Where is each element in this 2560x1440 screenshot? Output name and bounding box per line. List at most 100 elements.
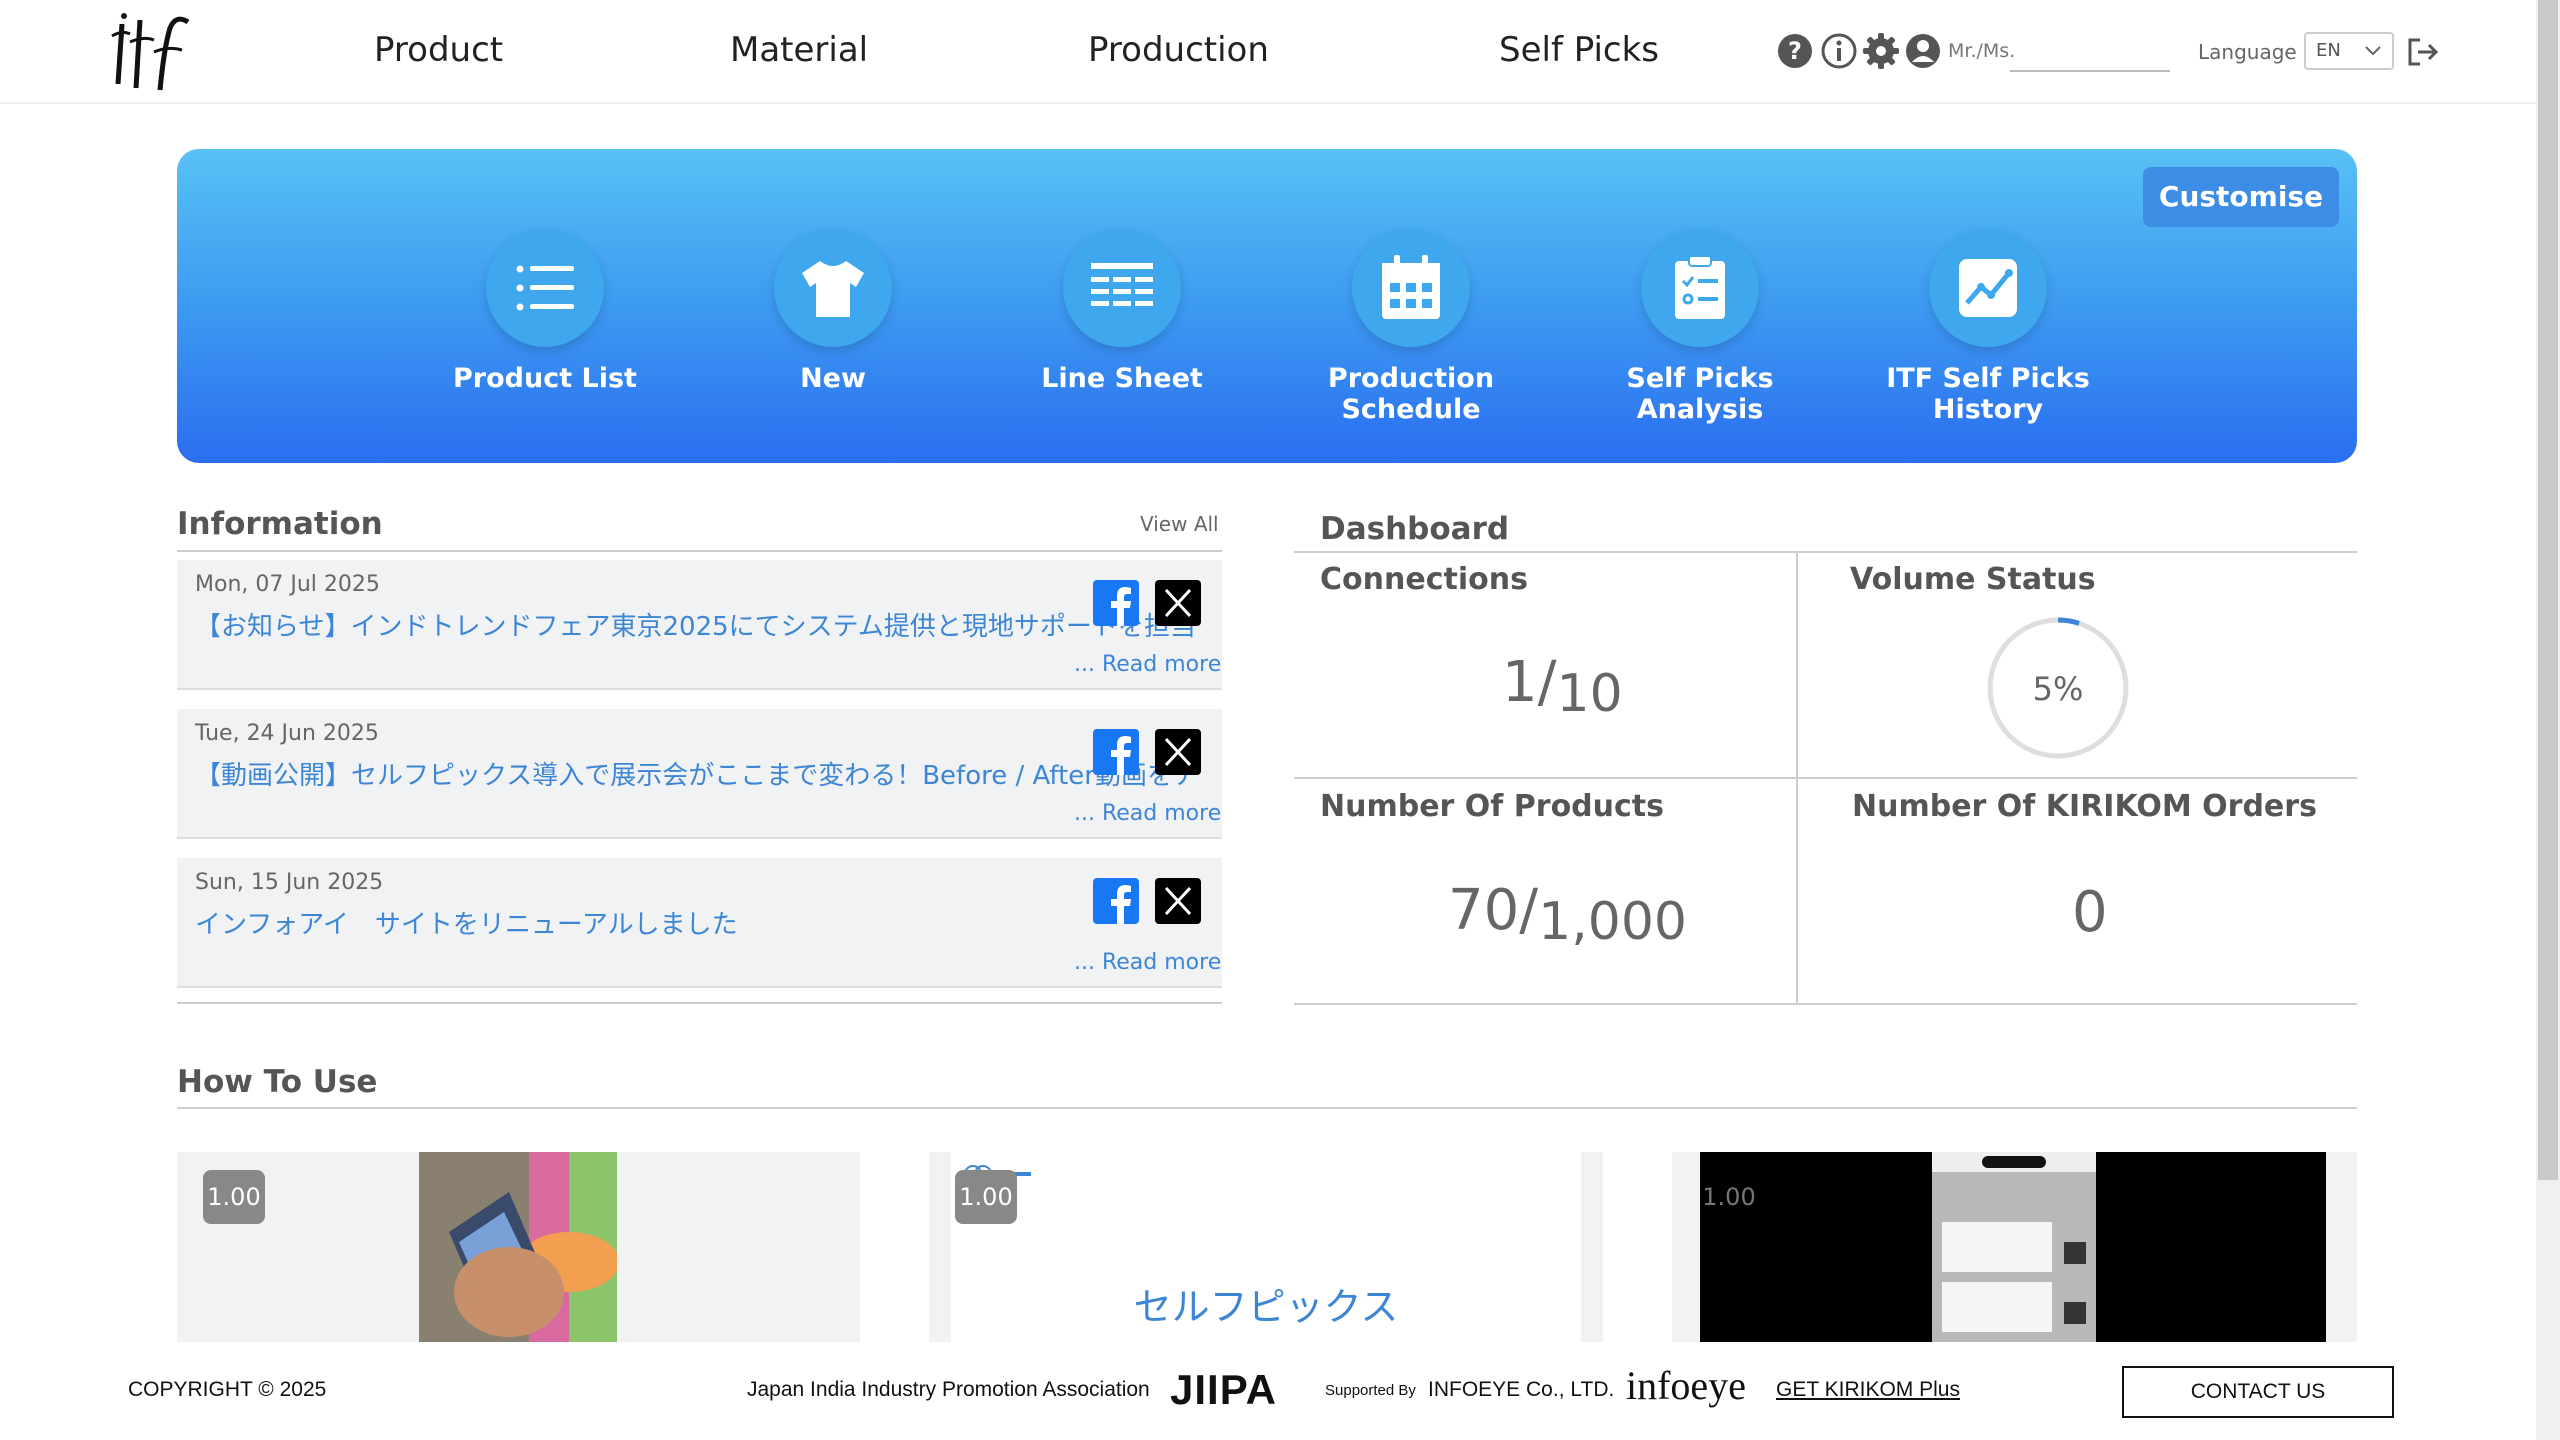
shortcut-line-sheet-circle <box>1063 229 1181 347</box>
facebook-icon[interactable] <box>1093 729 1139 775</box>
playback-speed-badge[interactable]: 1.00 <box>955 1170 1017 1224</box>
x-twitter-icon[interactable] <box>1155 729 1201 775</box>
header: Product Material Production Self Picks ?… <box>0 0 2536 104</box>
info-icon[interactable] <box>1820 32 1858 70</box>
company-name: INFOEYE Co., LTD. <box>1428 1378 1615 1401</box>
video-thumbnail <box>419 1152 617 1342</box>
products-count: 70 <box>1448 878 1520 943</box>
info-item[interactable]: Sun, 15 Jun 2025 インフォアイ サイトをリニューアルしました .… <box>177 858 1222 988</box>
shortcut-label: Production Schedule <box>1327 363 1495 425</box>
info-title[interactable]: 【お知らせ】インドトレンドフェア東京2025にてシステム提供と現地サポートを担当… <box>195 606 1195 643</box>
info-item[interactable]: Mon, 07 Jul 2025 【お知らせ】インドトレンドフェア東京2025に… <box>177 560 1222 690</box>
infoeye-logo[interactable]: infoeye <box>1626 1362 1746 1409</box>
shortcut-new-circle <box>774 229 892 347</box>
info-date: Tue, 24 Jun 2025 <box>195 721 379 746</box>
products-max: 1,000 <box>1538 892 1688 952</box>
shortcut-production-schedule-circle <box>1352 229 1470 347</box>
footer: COPYRIGHT © 2025 Japan India Industry Pr… <box>0 1342 2536 1440</box>
view-all-link[interactable]: View All <box>1140 512 1219 536</box>
video-card[interactable]: 1.00 <box>177 1152 860 1342</box>
customise-button[interactable]: Customise <box>2143 167 2339 227</box>
connections-max: 10 <box>1556 664 1623 724</box>
page-scrollbar[interactable] <box>2536 0 2560 1440</box>
line-sheet-icon <box>1091 263 1153 306</box>
volume-percent: 5% <box>2033 670 2084 708</box>
dashboard-title: Dashboard <box>1320 511 1510 547</box>
volume-status-label: Volume Status <box>1850 562 2096 597</box>
facebook-icon[interactable] <box>1093 878 1139 924</box>
jiipa-logo[interactable]: JIIPA <box>1170 1366 1277 1414</box>
nav-production[interactable]: Production <box>1088 30 1269 70</box>
get-kirikom-plus-link[interactable]: GET KIRIKOM Plus <box>1776 1378 1960 1402</box>
checklist-icon <box>1675 255 1725 319</box>
shortcut-label: Product List <box>453 363 637 394</box>
shortcut-new[interactable]: New <box>703 229 963 394</box>
nav-material[interactable]: Material <box>730 30 868 70</box>
association-name: Japan India Industry Promotion Associati… <box>747 1378 1150 1401</box>
facebook-icon[interactable] <box>1093 580 1139 626</box>
information-title: Information <box>177 506 383 542</box>
info-date: Mon, 07 Jul 2025 <box>195 572 380 597</box>
info-item[interactable]: Tue, 24 Jun 2025 【動画公開】セルフピックス導入で展示会がここま… <box>177 709 1222 839</box>
products-value: 70/1,000 <box>1448 878 1688 952</box>
shortcut-itf-self-picks-history-circle <box>1929 229 2047 347</box>
tshirt-icon <box>802 261 864 317</box>
list-icon <box>516 265 574 311</box>
read-more-link[interactable]: ... Read more <box>1074 652 1221 677</box>
language-label: Language <box>2198 40 2297 64</box>
x-twitter-icon[interactable] <box>1155 580 1201 626</box>
user-name-input[interactable] <box>2010 30 2170 72</box>
language-value: EN <box>2316 40 2341 61</box>
how-to-use-divider <box>177 1107 2357 1109</box>
shortcut-line-sheet[interactable]: Line Sheet <box>992 229 1252 394</box>
logout-icon[interactable] <box>2404 34 2440 70</box>
shortcut-production-schedule[interactable]: Production Schedule <box>1281 229 1541 425</box>
shortcut-label: New <box>800 363 866 394</box>
shortcut-product-list-circle <box>486 229 604 347</box>
shortcut-label: ITF Self Picks History <box>1886 363 2090 425</box>
shortcut-itf-self-picks-history[interactable]: ITF Self Picks History <box>1858 229 2118 425</box>
x-twitter-icon[interactable] <box>1155 878 1201 924</box>
read-more-link[interactable]: ... Read more <box>1074 801 1221 826</box>
how-to-use-title: How To Use <box>177 1064 378 1100</box>
nav-self-picks[interactable]: Self Picks <box>1499 30 1659 70</box>
info-title[interactable]: 【動画公開】セルフピックス導入で展示会がここまで変わる！Before / Aft… <box>195 755 1195 792</box>
products-label: Number Of Products <box>1320 789 1664 824</box>
dashboard-divider <box>1294 777 2357 779</box>
svg-text:?: ? <box>1788 37 1802 65</box>
dashboard-divider <box>1294 1003 2357 1005</box>
scrollbar-thumb[interactable] <box>2538 0 2558 1180</box>
shortcut-banner: Customise Product List New Line Sheet Pr… <box>177 149 2357 463</box>
user-icon[interactable] <box>1904 32 1942 70</box>
video-card[interactable]: 1.00 セルフピックス <box>929 1152 1603 1342</box>
connections-value: 1/10 <box>1502 650 1623 724</box>
information-bottom-divider <box>177 1002 1222 1004</box>
shortcut-self-picks-analysis[interactable]: Self Picks Analysis <box>1570 229 1830 425</box>
supported-by-label: Supported By <box>1325 1382 1416 1399</box>
contact-us-button[interactable]: CONTACT US <box>2122 1366 2394 1418</box>
playback-speed-badge[interactable]: 1.00 <box>1698 1170 1760 1224</box>
read-more-link[interactable]: ... Read more <box>1074 950 1221 975</box>
volume-status-gauge: 5% <box>1987 617 2129 759</box>
chart-icon <box>1959 259 2017 317</box>
information-divider <box>177 550 1222 552</box>
language-select[interactable]: EN <box>2304 32 2394 70</box>
connections-count: 1 <box>1502 650 1538 715</box>
nav-product[interactable]: Product <box>374 30 503 70</box>
gauge-fill <box>2057 617 2080 626</box>
info-title[interactable]: インフォアイ サイトをリニューアルしました <box>195 904 1195 941</box>
playback-speed-badge[interactable]: 1.00 <box>203 1170 265 1224</box>
kirikom-orders-value: 0 <box>2072 880 2108 945</box>
shortcut-label: Line Sheet <box>1041 363 1203 394</box>
shortcut-label: Self Picks Analysis <box>1626 363 1774 425</box>
info-date: Sun, 15 Jun 2025 <box>195 870 384 895</box>
help-icon[interactable]: ? <box>1776 32 1814 70</box>
itf-logo[interactable] <box>108 8 192 94</box>
dashboard-divider <box>1294 551 2357 553</box>
video-card[interactable]: 1.00 <box>1672 1152 2357 1342</box>
gear-icon[interactable] <box>1862 32 1900 70</box>
shortcut-product-list[interactable]: Product List <box>415 229 675 394</box>
connections-label: Connections <box>1320 562 1528 597</box>
chevron-down-icon <box>2365 46 2381 56</box>
calendar-icon <box>1382 255 1440 319</box>
